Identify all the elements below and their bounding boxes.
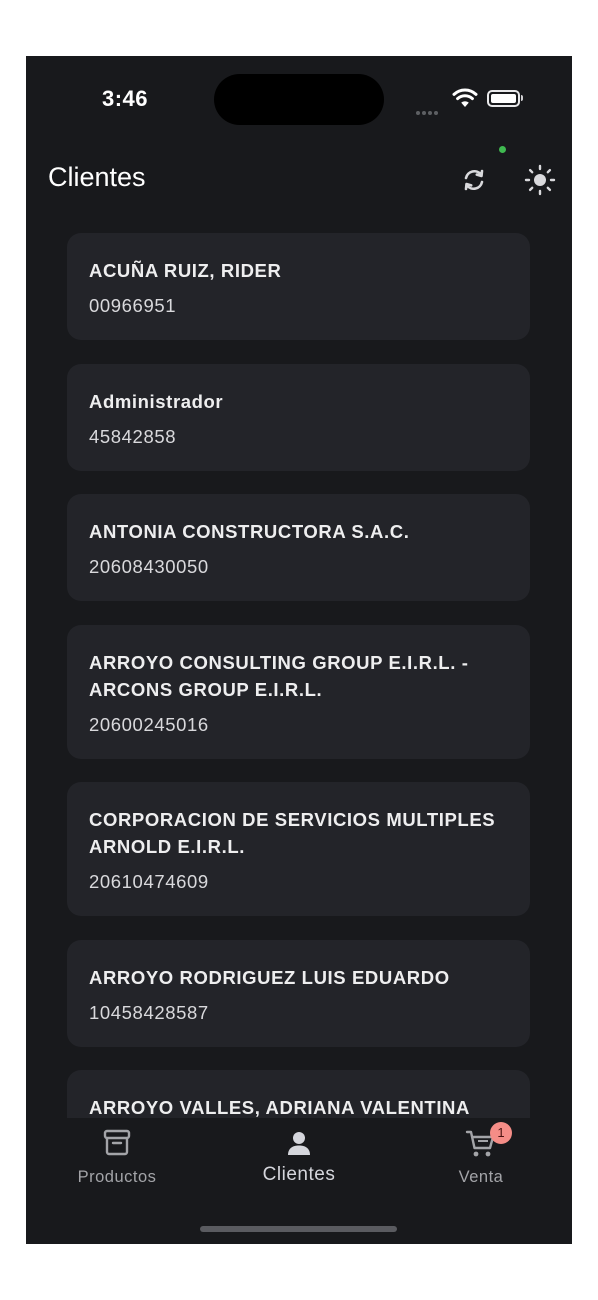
client-name: CORPORACION DE SERVICIOS MULTIPLES ARNOL… <box>89 809 496 857</box>
cart-badge: 1 <box>490 1122 512 1144</box>
battery-icon <box>487 90 520 107</box>
client-document: 10458428587 <box>89 1002 209 1023</box>
tab-clientes-label: Clientes <box>262 1164 336 1185</box>
client-name: ANTONIA CONSTRUCTORA S.A.C. <box>89 521 410 542</box>
sync-status-dot <box>499 146 506 153</box>
client-card[interactable]: Administrador 45842858 <box>67 364 530 471</box>
client-card[interactable]: ARROYO VALLES, ADRIANA VALENTINA <box>67 1070 530 1118</box>
sun-icon <box>524 164 556 196</box>
wifi-icon <box>452 88 478 113</box>
client-name: ACUÑA RUIZ, RIDER <box>89 260 282 281</box>
client-name: Administrador <box>89 391 224 412</box>
tab-productos-label: Productos <box>77 1168 157 1186</box>
client-list[interactable]: ACUÑA RUIZ, RIDER 00966951 Administrador… <box>26 226 572 1118</box>
theme-toggle-button[interactable] <box>522 162 558 198</box>
person-icon <box>288 1132 310 1155</box>
client-document: 20610474609 <box>89 871 209 892</box>
sync-icon <box>464 169 484 191</box>
tab-clientes[interactable]: Clientes <box>224 1118 374 1198</box>
client-card[interactable]: ARROYO RODRIGUEZ LUIS EDUARDO 1045842858… <box>67 940 530 1047</box>
client-document: 45842858 <box>89 426 177 447</box>
page-title: Clientes <box>48 162 146 192</box>
tab-productos[interactable]: Productos <box>42 1118 192 1198</box>
status-time: 3:46 <box>102 86 149 111</box>
phone-screen: 3:46 Clientes ACUÑA RUIZ, RIDER 00966951… <box>26 56 572 1244</box>
client-name: ARROYO VALLES, ADRIANA VALENTINA <box>89 1097 470 1118</box>
client-card[interactable]: ARROYO CONSULTING GROUP E.I.R.L. - ARCON… <box>67 625 530 759</box>
home-indicator[interactable] <box>200 1226 397 1232</box>
tab-venta[interactable]: 1 Venta <box>406 1118 556 1198</box>
battery-cap <box>521 95 523 101</box>
client-card[interactable]: ANTONIA CONSTRUCTORA S.A.C. 20608430050 <box>67 494 530 601</box>
tab-venta-label: Venta <box>458 1168 504 1186</box>
dynamic-island <box>214 74 384 125</box>
client-document: 20600245016 <box>89 714 209 735</box>
client-name: ARROYO RODRIGUEZ LUIS EDUARDO <box>89 967 450 988</box>
client-document: 00966951 <box>89 295 177 316</box>
status-bar: 3:46 <box>26 56 572 146</box>
client-card[interactable]: ACUÑA RUIZ, RIDER 00966951 <box>67 233 530 340</box>
client-name: ARROYO CONSULTING GROUP E.I.R.L. - ARCON… <box>89 652 469 700</box>
client-document: 20608430050 <box>89 556 209 577</box>
sync-button[interactable] <box>456 162 492 198</box>
cellular-signal-icon <box>416 102 440 120</box>
archive-box-icon <box>103 1129 131 1156</box>
app-header: Clientes <box>26 146 572 226</box>
client-card[interactable]: CORPORACION DE SERVICIOS MULTIPLES ARNOL… <box>67 782 530 916</box>
